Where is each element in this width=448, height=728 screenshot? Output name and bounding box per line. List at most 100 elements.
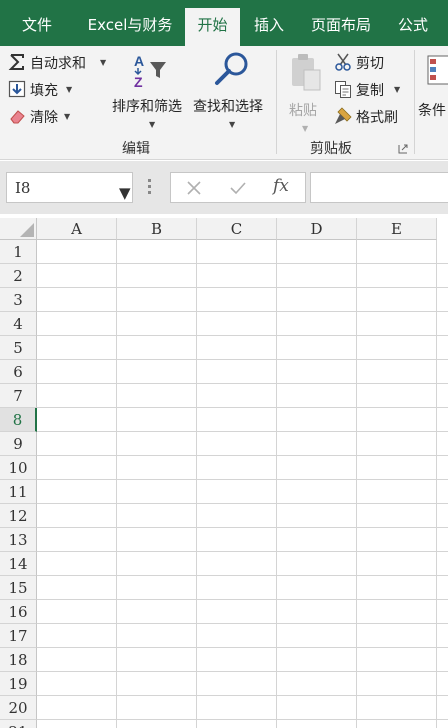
cut-button[interactable]: 剪切 bbox=[332, 52, 392, 74]
row-header[interactable]: 2 bbox=[0, 264, 37, 288]
column-header[interactable]: E bbox=[357, 218, 437, 240]
clear-button[interactable]: 清除 ▼ bbox=[6, 106, 76, 128]
row-header[interactable]: 3 bbox=[0, 288, 37, 312]
tab-formulas[interactable]: 公式 bbox=[390, 8, 436, 46]
fill-button[interactable]: 填充 ▼ bbox=[6, 79, 76, 101]
cut-label: 剪切 bbox=[356, 56, 384, 72]
column-header[interactable]: B bbox=[117, 218, 197, 240]
row-header[interactable]: 19 bbox=[0, 672, 37, 696]
ribbon: 自动求和 ▼ 填充 ▼ 清除 ▼ A Z 排序和筛选 ▼ 查找和选择 ▼ 编辑 … bbox=[0, 46, 448, 160]
row-header[interactable]: 6 bbox=[0, 360, 37, 384]
sort-filter-button[interactable]: A Z 排序和筛选 ▼ bbox=[112, 50, 190, 134]
row-header[interactable]: 15 bbox=[0, 576, 37, 600]
copy-button[interactable]: 复制 ▼ bbox=[332, 79, 406, 101]
row-gridline bbox=[37, 455, 448, 456]
group-divider bbox=[414, 50, 415, 154]
tab-insert[interactable]: 插入 bbox=[246, 8, 292, 46]
group-divider bbox=[276, 50, 277, 154]
conditional-formatting-button[interactable]: 条件 bbox=[418, 52, 448, 134]
select-all-corner[interactable] bbox=[0, 218, 37, 240]
format-painter-button[interactable]: 格式刷 bbox=[332, 106, 406, 128]
row-gridline bbox=[37, 551, 448, 552]
formula-bar: I8 ▼ fx bbox=[0, 161, 448, 214]
formula-buttons: fx bbox=[170, 172, 306, 203]
find-select-label: 查找和选择 bbox=[193, 99, 263, 115]
scissors-icon bbox=[335, 53, 351, 71]
column-gridline bbox=[356, 240, 357, 728]
row-gridline bbox=[37, 359, 448, 360]
row-header[interactable]: 8 bbox=[0, 408, 37, 432]
row-gridline bbox=[37, 503, 448, 504]
chevron-down-icon: ▼ bbox=[394, 85, 401, 94]
autosum-button[interactable]: 自动求和 ▼ bbox=[6, 52, 110, 74]
column-gridline bbox=[196, 240, 197, 728]
row-gridline bbox=[37, 575, 448, 576]
name-box-value: I8 bbox=[15, 179, 31, 197]
paste-label: 粘贴 bbox=[289, 103, 317, 119]
paste-button[interactable]: 粘贴 ▼ bbox=[284, 52, 326, 134]
ribbon-tab-bar: 文件 Excel与财务 开始 插入 页面布局 公式 bbox=[0, 0, 448, 46]
tab-file[interactable]: 文件 bbox=[14, 8, 60, 46]
row-header[interactable]: 10 bbox=[0, 456, 37, 480]
row-gridline bbox=[37, 407, 448, 408]
row-header[interactable]: 13 bbox=[0, 528, 37, 552]
column-header[interactable]: D bbox=[277, 218, 357, 240]
name-box[interactable]: I8 ▼ bbox=[6, 172, 133, 203]
tab-excel-finance[interactable]: Excel与财务 bbox=[80, 8, 180, 46]
column-gridline bbox=[276, 240, 277, 728]
magnifier-icon bbox=[215, 52, 248, 85]
chevron-down-icon: ▼ bbox=[149, 120, 156, 129]
insert-function-icon[interactable]: fx bbox=[273, 176, 289, 196]
row-header[interactable]: 18 bbox=[0, 648, 37, 672]
row-header[interactable]: 21 bbox=[0, 720, 37, 728]
row-header[interactable]: 4 bbox=[0, 312, 37, 336]
conditional-formatting-label: 条件 bbox=[418, 103, 446, 119]
tab-home[interactable]: 开始 bbox=[185, 8, 240, 46]
copy-icon bbox=[335, 81, 351, 98]
cancel-icon[interactable] bbox=[185, 179, 203, 197]
dialog-launcher-icon[interactable] bbox=[398, 144, 408, 154]
conditional-formatting-icon bbox=[427, 55, 448, 85]
row-gridline bbox=[37, 623, 448, 624]
row-gridline bbox=[37, 287, 448, 288]
chevron-down-icon: ▼ bbox=[66, 85, 73, 94]
row-header[interactable]: 9 bbox=[0, 432, 37, 456]
sort-filter-label: 排序和筛选 bbox=[112, 99, 182, 115]
row-header[interactable]: 12 bbox=[0, 504, 37, 528]
column-header[interactable]: C bbox=[197, 218, 277, 240]
sigma-icon bbox=[8, 54, 24, 70]
row-gridline bbox=[37, 479, 448, 480]
row-header[interactable]: 5 bbox=[0, 336, 37, 360]
find-select-button[interactable]: 查找和选择 ▼ bbox=[192, 50, 272, 134]
row-header[interactable]: 14 bbox=[0, 552, 37, 576]
row-header[interactable]: 20 bbox=[0, 696, 37, 720]
row-gridline bbox=[37, 263, 448, 264]
svg-text:A: A bbox=[134, 53, 144, 69]
row-gridline bbox=[37, 719, 448, 720]
row-gridline bbox=[37, 335, 448, 336]
clear-label: 清除 bbox=[30, 110, 58, 126]
row-header[interactable]: 1 bbox=[0, 240, 37, 264]
formula-input[interactable] bbox=[310, 172, 448, 203]
row-header[interactable]: 7 bbox=[0, 384, 37, 408]
paintbrush-icon bbox=[335, 107, 352, 124]
chevron-down-icon: ▼ bbox=[100, 58, 107, 67]
chevron-down-icon: ▼ bbox=[229, 120, 236, 129]
formula-bar-grip-icon[interactable] bbox=[148, 179, 152, 195]
column-gridline bbox=[436, 240, 437, 728]
row-header[interactable]: 16 bbox=[0, 600, 37, 624]
enter-check-icon[interactable] bbox=[229, 179, 247, 197]
clipboard-icon bbox=[292, 54, 321, 91]
row-header[interactable]: 11 bbox=[0, 480, 37, 504]
chevron-down-icon: ▼ bbox=[119, 184, 131, 202]
spreadsheet-grid[interactable]: ABCDE 123456789101112131415161718192021 bbox=[0, 214, 448, 728]
tab-page-layout[interactable]: 页面布局 bbox=[305, 8, 377, 46]
clipboard-group-label: 剪贴板 bbox=[310, 141, 352, 157]
column-header[interactable]: A bbox=[37, 218, 117, 240]
format-painter-label: 格式刷 bbox=[356, 110, 398, 126]
autosum-label: 自动求和 bbox=[30, 56, 86, 72]
row-gridline bbox=[37, 311, 448, 312]
column-gridline bbox=[116, 240, 117, 728]
row-header[interactable]: 17 bbox=[0, 624, 37, 648]
row-gridline bbox=[37, 671, 448, 672]
